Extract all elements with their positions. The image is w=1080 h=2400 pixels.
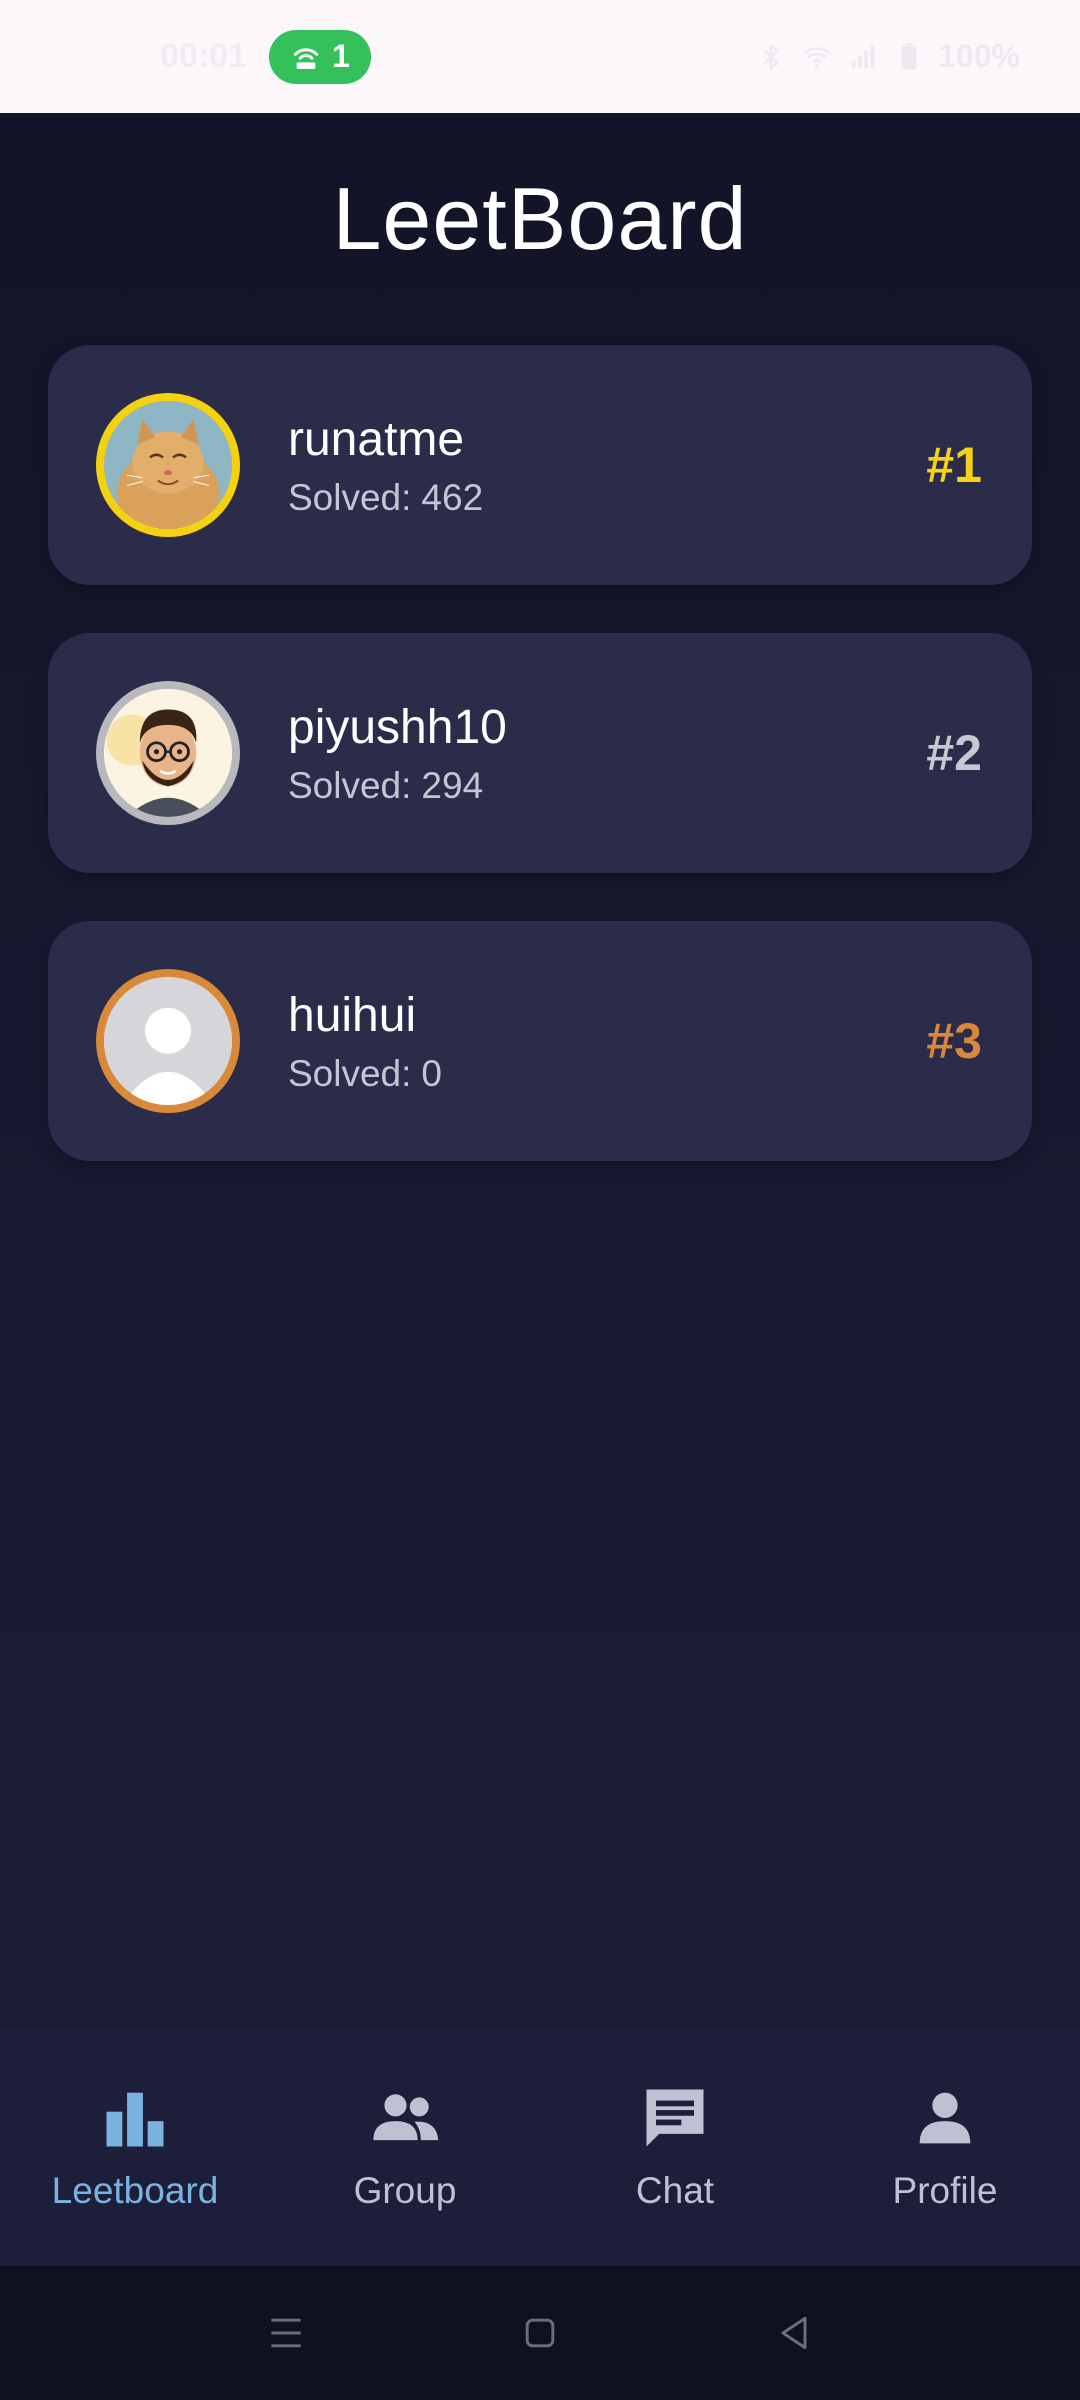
nav-label: Chat xyxy=(635,2170,715,2211)
rank-badge: #2 xyxy=(926,725,982,781)
nav-item-chat[interactable]: Chat xyxy=(540,2030,810,2266)
status-icons: 100% xyxy=(754,38,1020,75)
status-time: 00:01 xyxy=(160,37,247,75)
chat-icon xyxy=(646,2089,704,2147)
signal-icon xyxy=(851,45,875,68)
username: runatme xyxy=(288,412,465,466)
person-icon xyxy=(919,2092,971,2144)
hotspot-count: 1 xyxy=(332,38,350,74)
home-icon[interactable] xyxy=(518,2311,562,2355)
menu-icon[interactable] xyxy=(264,2311,308,2355)
status-bar: 00:01 1 100% xyxy=(0,0,1080,113)
solved-count: Solved: 294 xyxy=(288,764,484,806)
default-person-avatar xyxy=(96,969,240,1113)
battery-icon xyxy=(901,42,917,69)
username: huihui xyxy=(288,988,417,1042)
nav-item-leetboard[interactable]: Leetboard xyxy=(0,2030,270,2266)
system-nav-bar xyxy=(0,2266,1080,2400)
group-icon xyxy=(373,2094,439,2141)
rank-badge: #1 xyxy=(926,437,982,493)
bar-chart-icon xyxy=(106,2092,164,2147)
wifi-icon xyxy=(803,46,831,68)
username: piyushh10 xyxy=(288,700,507,754)
leaderboard-card[interactable]: runatme Solved: 462 #1 xyxy=(48,345,1032,585)
page-title: LeetBoard xyxy=(332,169,748,268)
cartoon-man-avatar xyxy=(96,681,240,825)
leaderboard-card[interactable]: piyushh10 Solved: 294 #2 xyxy=(48,633,1032,873)
solved-count: Solved: 462 xyxy=(288,476,484,518)
hotspot-icon xyxy=(293,47,319,69)
nav-label: Profile xyxy=(892,2170,998,2211)
hotspot-indicator[interactable]: 1 xyxy=(268,29,371,84)
bluetooth-icon xyxy=(764,42,780,71)
nav-item-group[interactable]: Group xyxy=(270,2030,540,2266)
nav-item-profile[interactable]: Profile xyxy=(810,2030,1080,2266)
solved-count: Solved: 0 xyxy=(288,1052,442,1094)
rank-badge: #3 xyxy=(926,1013,982,1069)
bottom-nav: Leetboard Group Chat Profile xyxy=(0,2030,1080,2266)
back-icon[interactable] xyxy=(772,2311,816,2355)
leaderboard-card[interactable]: huihui Solved: 0 #3 xyxy=(48,921,1032,1161)
cat-avatar xyxy=(96,393,240,537)
nav-label: Leetboard xyxy=(51,2170,219,2211)
nav-label: Group xyxy=(353,2170,457,2211)
battery-level: 100% xyxy=(938,38,1020,74)
